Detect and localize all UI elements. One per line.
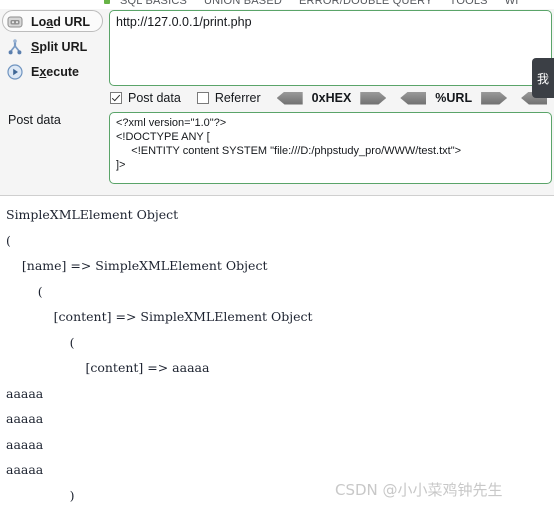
url-input-value: http://127.0.0.1/print.php (116, 15, 252, 29)
load-url-icon (5, 13, 25, 31)
post-data-checkbox-label: Post data (128, 91, 181, 105)
checkbox-icon (110, 92, 122, 104)
hex-encoder-label: 0xHEX (311, 91, 352, 105)
split-url-label: Split URL (31, 39, 88, 54)
hackbar-options-row: Post data Referrer 0xHEX %URL (110, 88, 554, 108)
post-data-input[interactable]: <?xml version="1.0"?> <!DOCTYPE ANY [ <!… (109, 112, 552, 184)
print-r-output: SimpleXMLElement Object ( [name] => Simp… (6, 207, 313, 503)
page-output-area: SimpleXMLElement Object ( [name] => Simp… (0, 196, 554, 510)
post-data-value: <?xml version="1.0"?> <!DOCTYPE ANY [ <!… (116, 117, 462, 171)
url-decode-button[interactable] (400, 91, 427, 105)
url-encode-button[interactable] (481, 91, 508, 105)
sql-menu-bar: SQL BASICS UNION BASED ERROR/DOUBLE QUER… (0, 0, 554, 9)
menu-item-sql-basics[interactable]: SQL BASICS (120, 0, 187, 7)
load-url-button[interactable]: Load URL (0, 9, 108, 34)
execute-label: Execute (31, 64, 79, 79)
browser-page: SQL BASICS UNION BASED ERROR/DOUBLE QUER… (0, 0, 554, 510)
menu-item-union-based[interactable]: UNION BASED (204, 0, 282, 7)
menu-item-wi[interactable]: WI (505, 0, 519, 7)
post-data-label: Post data (8, 113, 61, 127)
checkbox-icon (196, 92, 209, 104)
execute-icon (5, 63, 25, 81)
hex-encoder-group: 0xHEX (276, 91, 387, 105)
status-dot-icon (104, 0, 110, 4)
post-data-checkbox[interactable]: Post data (110, 91, 181, 105)
hackbar-action-list: Load URL Split URL Execute (0, 9, 108, 89)
referrer-checkbox[interactable]: Referrer (196, 91, 261, 105)
hex-encode-button[interactable] (360, 91, 387, 105)
menu-item-error-double-query[interactable]: ERROR/DOUBLE QUERY (299, 0, 433, 7)
watermark: CSDN @小小菜鸡钟先生 (335, 481, 503, 499)
split-url-button[interactable]: Split URL (0, 34, 108, 59)
url-encoder-group: %URL (400, 91, 508, 105)
split-url-icon (5, 38, 25, 56)
referrer-checkbox-label: Referrer (214, 91, 261, 105)
floating-badge[interactable]: 我 (532, 58, 554, 98)
hackbar-panel: SQL BASICS UNION BASED ERROR/DOUBLE QUER… (0, 0, 554, 196)
execute-button[interactable]: Execute (0, 59, 108, 84)
url-input[interactable]: http://127.0.0.1/print.php (109, 10, 552, 86)
load-url-label: Load URL (31, 14, 91, 29)
menu-item-tools[interactable]: TOOLS (450, 0, 488, 7)
url-encoder-label: %URL (435, 91, 473, 105)
hex-decode-button[interactable] (276, 91, 303, 105)
